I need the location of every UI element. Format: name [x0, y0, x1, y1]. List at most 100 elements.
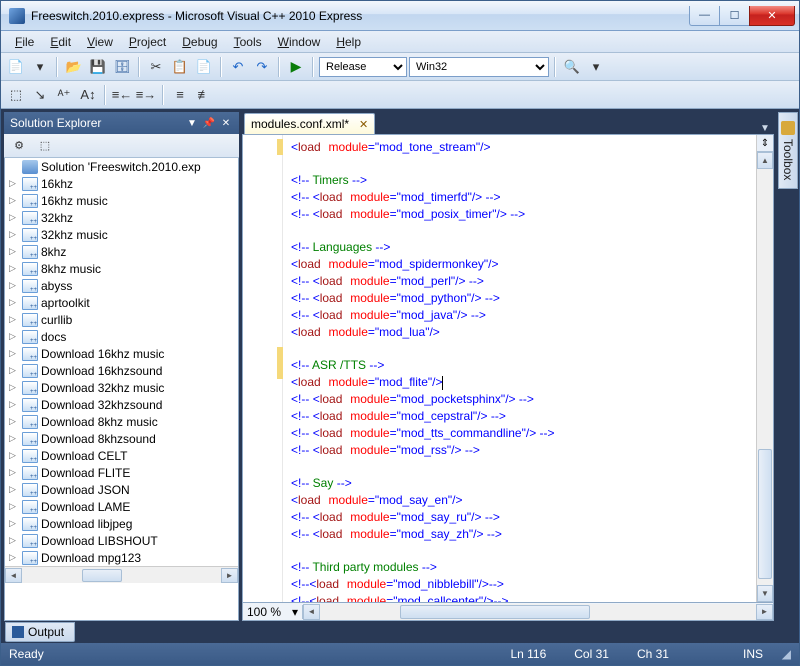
open-button[interactable]: 📂 — [63, 56, 85, 78]
code-content[interactable]: <load module="mod_tone_stream"/> <!-- Ti… — [243, 135, 756, 602]
menu-tools[interactable]: Tools — [226, 33, 270, 51]
zoom-select[interactable]: 100 %▾ — [243, 605, 303, 619]
tree-item-label: Download LIBSHOUT — [41, 534, 158, 548]
document-tab-active[interactable]: modules.conf.xml* ✕ — [244, 113, 375, 134]
menu-help[interactable]: Help — [328, 33, 369, 51]
platform-select[interactable]: Win32 — [409, 57, 549, 77]
tree-root-label: Solution 'Freeswitch.2010.exp — [41, 160, 201, 174]
tab-list-dropdown[interactable]: ▼ — [756, 123, 774, 134]
close-button[interactable]: ✕ — [749, 6, 795, 26]
decrease-indent-button[interactable]: ≡← — [111, 84, 133, 106]
tree-item[interactable]: ▷Download libjpeg — [5, 515, 238, 532]
hscroll-thumb[interactable] — [400, 605, 590, 619]
scroll-down-button[interactable]: ▼ — [757, 585, 773, 602]
tree-item[interactable]: ▷Download 16khz music — [5, 345, 238, 362]
increase-indent-button[interactable]: ≡→ — [135, 84, 157, 106]
new-project-button[interactable]: 📄 — [5, 56, 27, 78]
tree-item[interactable]: ▷8khz music — [5, 260, 238, 277]
tree-item-label: Download 16khzsound — [41, 364, 162, 378]
editor-vscrollbar[interactable]: ⇕ ▲ ▼ — [756, 135, 773, 602]
tree-item[interactable]: ▷32khz — [5, 209, 238, 226]
panel-pin-button[interactable]: 📌 — [202, 116, 216, 130]
tree-item[interactable]: ▷Download CELT — [5, 447, 238, 464]
panel-title: Solution Explorer — [10, 116, 101, 130]
maximize-button[interactable]: ☐ — [719, 6, 749, 26]
undo-button[interactable]: ↶ — [227, 56, 249, 78]
tree-item-label: Download 16khz music — [41, 347, 164, 361]
split-handle[interactable]: ⇕ — [757, 135, 773, 152]
paste-button[interactable]: 📄 — [193, 56, 215, 78]
panel-close-button[interactable]: ✕ — [219, 116, 233, 130]
tree-item[interactable]: ▷Download FLITE — [5, 464, 238, 481]
solution-tree[interactable]: Solution 'Freeswitch.2010.exp ▷16khz▷16k… — [4, 158, 239, 621]
tree-item[interactable]: ▷32khz music — [5, 226, 238, 243]
menu-edit[interactable]: Edit — [42, 33, 79, 51]
find-button[interactable]: 🔍 — [561, 56, 583, 78]
uncomment-button[interactable]: ≢ — [193, 84, 215, 106]
scroll-thumb[interactable] — [82, 569, 122, 582]
redo-button[interactable]: ↷ — [251, 56, 273, 78]
tree-root[interactable]: Solution 'Freeswitch.2010.exp — [5, 158, 238, 175]
tree-item[interactable]: ▷Download 32khz music — [5, 379, 238, 396]
show-list-button[interactable]: ↘ — [29, 84, 51, 106]
menu-view[interactable]: View — [79, 33, 121, 51]
tree-item[interactable]: ▷docs — [5, 328, 238, 345]
save-all-button[interactable]: 🗄 — [111, 56, 133, 78]
save-button[interactable]: 💾 — [87, 56, 109, 78]
tree-item[interactable]: ▷abyss — [5, 277, 238, 294]
tree-item[interactable]: ▷Download LAME — [5, 498, 238, 515]
config-select[interactable]: Release — [319, 57, 407, 77]
tree-item[interactable]: ▷16khz music — [5, 192, 238, 209]
tree-item[interactable]: ▷curllib — [5, 311, 238, 328]
minimize-button[interactable]: — — [689, 6, 719, 26]
scroll-up-button[interactable]: ▲ — [757, 152, 773, 169]
intellisense-button[interactable]: ᴬ⁺ — [53, 84, 75, 106]
copy-button[interactable]: 📋 — [169, 56, 191, 78]
tree-item[interactable]: ▷Download 8khzsound — [5, 430, 238, 447]
tab-close-button[interactable]: ✕ — [359, 118, 368, 131]
toggle-markers-button[interactable]: ⬚ — [5, 84, 27, 106]
toolbox-tab[interactable]: Toolbox — [778, 112, 798, 189]
tree-item-label: Download JSON — [41, 483, 130, 497]
resize-grip[interactable]: ◢ — [777, 647, 791, 661]
menu-project[interactable]: Project — [121, 33, 174, 51]
cut-button[interactable]: ✂ — [145, 56, 167, 78]
toolbar-overflow-button[interactable]: ▾ — [585, 56, 607, 78]
tree-item[interactable]: ▷Download 8khz music — [5, 413, 238, 430]
titlebar[interactable]: Freeswitch.2010.express - Microsoft Visu… — [1, 1, 799, 31]
editor-area: modules.conf.xml* ✕ ▼ <load module="mod_… — [242, 112, 774, 621]
hscroll-left-button[interactable]: ◄ — [303, 604, 320, 620]
secondary-toolbar: ⬚ ↘ ᴬ⁺ A↕ ≡← ≡→ ≡ ≢ — [1, 81, 799, 109]
menu-window[interactable]: Window — [270, 33, 329, 51]
show-all-files-button[interactable]: ⬚ — [34, 135, 56, 157]
tree-item[interactable]: ▷16khz — [5, 175, 238, 192]
code-editor[interactable]: <load module="mod_tone_stream"/> <!-- Ti… — [242, 134, 774, 603]
change-marker — [277, 347, 283, 379]
tree-item[interactable]: ▷aprtoolkit — [5, 294, 238, 311]
menu-file[interactable]: File — [7, 33, 42, 51]
tree-item[interactable]: ▷Download 16khzsound — [5, 362, 238, 379]
parameter-info-button[interactable]: A↕ — [77, 84, 99, 106]
properties-button[interactable]: ⚙ — [8, 135, 30, 157]
menu-debug[interactable]: Debug — [174, 33, 225, 51]
tree-item-label: Download libjpeg — [41, 517, 132, 531]
solution-explorer-header[interactable]: Solution Explorer ▼ 📌 ✕ — [4, 112, 239, 134]
tree-item[interactable]: ▷Download 32khzsound — [5, 396, 238, 413]
panel-dropdown-button[interactable]: ▼ — [185, 116, 199, 130]
scroll-left-button[interactable]: ◄ — [5, 568, 22, 583]
tree-item-label: 32khz — [41, 211, 73, 225]
start-debug-button[interactable]: ▶ — [285, 56, 307, 78]
vscroll-thumb[interactable] — [758, 449, 772, 579]
tree-item[interactable]: ▷Download mpg123 — [5, 549, 238, 566]
scroll-right-button[interactable]: ► — [221, 568, 238, 583]
tree-item[interactable]: ▷8khz — [5, 243, 238, 260]
tree-item[interactable]: ▷Download JSON — [5, 481, 238, 498]
add-item-button[interactable]: ▾ — [29, 56, 51, 78]
tree-item[interactable]: ▷Download LIBSHOUT — [5, 532, 238, 549]
hscroll-right-button[interactable]: ► — [756, 604, 773, 620]
output-tab[interactable]: Output — [5, 622, 75, 642]
tree-item-label: Download 32khz music — [41, 381, 164, 395]
editor-hscrollbar[interactable]: ◄ ► — [303, 604, 773, 620]
comment-button[interactable]: ≡ — [169, 84, 191, 106]
tree-hscrollbar[interactable]: ◄ ► — [5, 566, 238, 583]
